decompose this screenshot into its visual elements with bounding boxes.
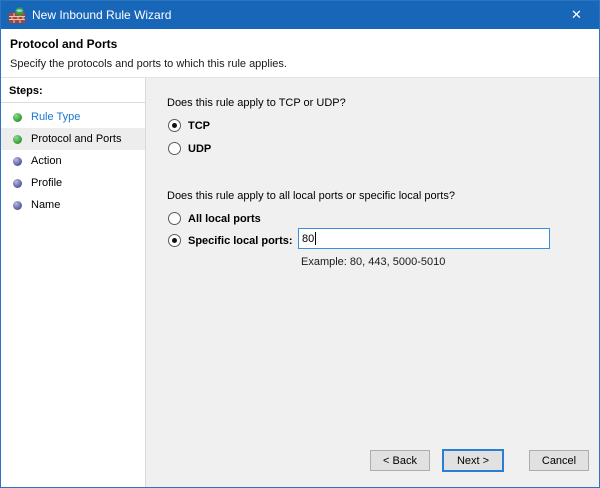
sidebar-item-action: Action [1, 150, 145, 172]
radio-label-udp[interactable]: UDP [188, 143, 211, 155]
step-label: Profile [31, 177, 63, 189]
step-label: Action [31, 155, 62, 167]
radio-button-tcp[interactable] [168, 119, 181, 132]
sidebar-item-profile: Profile [1, 172, 145, 194]
radio-button-udp[interactable] [168, 142, 181, 155]
step-bullet-upcoming-icon [13, 200, 22, 210]
firewall-icon [9, 7, 25, 23]
radio-option-specific-local-ports[interactable]: Specific local ports: [168, 234, 293, 247]
steps-heading: Steps: [9, 85, 43, 97]
wizard-window: New Inbound Rule Wizard ✕ Protocol and P… [0, 0, 600, 488]
radio-label-tcp[interactable]: TCP [188, 120, 210, 132]
step-label: Rule Type [31, 111, 81, 123]
cancel-button[interactable]: Cancel [529, 450, 589, 471]
radio-button-all-local-ports[interactable] [168, 212, 181, 225]
ports-question: Does this rule apply to all local ports … [167, 190, 455, 202]
specific-ports-input[interactable] [298, 228, 550, 249]
ports-example-hint: Example: 80, 443, 5000-5010 [301, 256, 446, 268]
ports-field-wrapper [298, 228, 550, 249]
step-label: Protocol and Ports [31, 133, 122, 145]
wizard-page-header: Protocol and Ports Specify the protocols… [1, 29, 599, 78]
radio-option-tcp[interactable]: TCP [168, 119, 210, 132]
step-bullet-current-icon [13, 134, 22, 144]
close-button[interactable]: ✕ [554, 1, 599, 29]
wizard-body: Steps: Rule Type Protocol and Ports Acti… [1, 78, 599, 487]
next-button[interactable]: Next > [442, 449, 504, 472]
radio-label-all-local-ports[interactable]: All local ports [188, 213, 261, 225]
close-icon: ✕ [571, 7, 582, 22]
step-bullet-done-icon [13, 112, 22, 122]
radio-button-specific-local-ports[interactable] [168, 234, 181, 247]
sidebar-item-protocol-and-ports[interactable]: Protocol and Ports [1, 128, 145, 150]
page-subtitle: Specify the protocols and ports to which… [10, 58, 287, 70]
radio-option-all-local-ports[interactable]: All local ports [168, 212, 261, 225]
radio-option-udp[interactable]: UDP [168, 142, 211, 155]
wizard-button-row: < Back Next > Cancel [370, 449, 589, 472]
back-button[interactable]: < Back [370, 450, 430, 471]
title-bar[interactable]: New Inbound Rule Wizard ✕ [1, 1, 599, 29]
radio-label-specific-local-ports[interactable]: Specific local ports: [188, 235, 293, 247]
sidebar-item-name: Name [1, 194, 145, 216]
window-title: New Inbound Rule Wizard [32, 8, 172, 22]
page-title: Protocol and Ports [10, 37, 118, 51]
steps-sidebar: Steps: Rule Type Protocol and Ports Acti… [1, 78, 146, 487]
protocol-question: Does this rule apply to TCP or UDP? [167, 97, 346, 109]
step-bullet-upcoming-icon [13, 178, 22, 188]
steps-list: Rule Type Protocol and Ports Action Prof… [1, 106, 145, 216]
step-label: Name [31, 199, 61, 211]
sidebar-item-rule-type[interactable]: Rule Type [1, 106, 145, 128]
steps-separator [1, 102, 145, 103]
text-caret [315, 232, 316, 245]
wizard-page-content: Does this rule apply to TCP or UDP? TCP … [146, 78, 599, 487]
step-bullet-upcoming-icon [13, 156, 22, 166]
